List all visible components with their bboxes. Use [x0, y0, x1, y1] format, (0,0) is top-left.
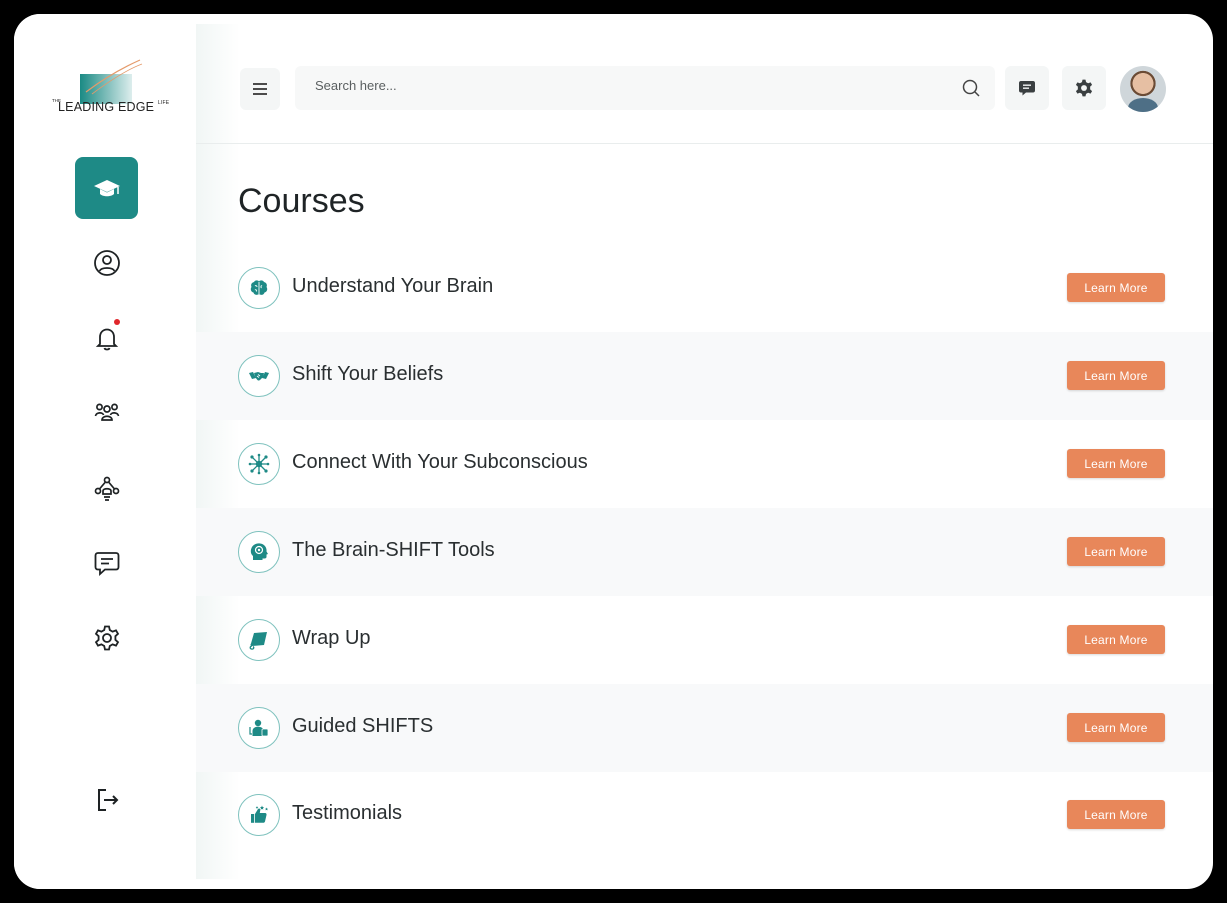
course-icon-badge [238, 355, 280, 397]
sidebar-item-messages[interactable] [75, 532, 138, 594]
scroll-icon [249, 632, 267, 650]
course-title[interactable]: The Brain-SHIFT Tools [292, 539, 495, 562]
learn-more-button[interactable]: Learn More [1067, 713, 1165, 742]
logo-swoosh-icon [85, 59, 143, 95]
course-title[interactable]: Testimonials [292, 802, 402, 825]
sidebar-item-network[interactable] [75, 458, 138, 520]
course-row: Testimonials Learn More [196, 771, 1213, 859]
head-gear-icon [250, 543, 268, 560]
course-icon-badge [238, 619, 280, 661]
course-row: Understand Your Brain Learn More [196, 244, 1213, 332]
notification-badge [114, 319, 120, 325]
course-title[interactable]: Shift Your Beliefs [292, 363, 443, 386]
menu-button[interactable] [240, 68, 280, 110]
learn-more-button[interactable]: Learn More [1067, 273, 1165, 302]
learn-more-button[interactable]: Learn More [1067, 800, 1165, 829]
sidebar-item-settings[interactable] [75, 607, 138, 669]
logout-icon [97, 789, 118, 811]
course-icon-badge [238, 707, 280, 749]
app-screen: THE LEADING EDGE LIFE Search here... Cou… [14, 14, 1213, 889]
hamburger-icon [253, 83, 267, 95]
sidebar-item-notifications[interactable] [75, 307, 138, 369]
graduation-cap-icon [93, 180, 120, 197]
learn-more-button[interactable]: Learn More [1067, 361, 1165, 390]
handshake-icon [249, 372, 269, 381]
thumbs-up-icon [251, 805, 268, 823]
learn-more-button[interactable]: Learn More [1067, 449, 1165, 478]
top-bar [196, 14, 1213, 144]
brand-logo[interactable]: THE LEADING EDGE LIFE [52, 58, 172, 116]
hierarchy-icon [94, 476, 119, 501]
course-title[interactable]: Understand Your Brain [292, 275, 493, 298]
logo-suffix: LIFE [157, 100, 170, 106]
course-icon-badge [238, 531, 280, 573]
guide-icon [249, 719, 269, 737]
course-row: Shift Your Beliefs Learn More [196, 332, 1213, 420]
chat-button[interactable] [1005, 66, 1049, 110]
search-input[interactable] [315, 78, 915, 93]
course-title[interactable]: Guided SHIFTS [292, 715, 433, 738]
avatar[interactable] [1120, 66, 1166, 112]
course-row: Guided SHIFTS Learn More [196, 684, 1213, 772]
device-frame: THE LEADING EDGE LIFE Search here... Cou… [0, 0, 1227, 903]
page-title: Courses [238, 182, 365, 220]
course-row: Connect With Your Subconscious Learn Mor… [196, 420, 1213, 508]
chat-icon [94, 552, 119, 577]
logo-text: LEADING EDGE LIFE [58, 100, 169, 114]
search-icon[interactable] [961, 78, 981, 98]
search-box [295, 66, 995, 110]
settings-button[interactable] [1062, 66, 1106, 110]
course-title[interactable]: Wrap Up [292, 627, 371, 650]
gear-icon [94, 625, 119, 651]
logout-button[interactable] [75, 769, 138, 831]
group-icon [94, 403, 119, 421]
sidebar-item-community[interactable] [75, 382, 138, 444]
sidebar-item-courses[interactable] [75, 157, 138, 219]
course-icon-badge [238, 794, 280, 836]
course-icon-badge [238, 443, 280, 485]
sidebar: THE LEADING EDGE LIFE [14, 14, 196, 889]
gear-icon [1075, 79, 1093, 97]
course-row: The Brain-SHIFT Tools Learn More [196, 508, 1213, 596]
course-icon-badge [238, 267, 280, 309]
brain-icon [250, 280, 268, 295]
sidebar-item-profile[interactable] [75, 232, 138, 294]
bell-icon [95, 328, 118, 351]
course-title[interactable]: Connect With Your Subconscious [292, 451, 588, 474]
learn-more-button[interactable]: Learn More [1067, 625, 1165, 654]
chat-bubble-icon [1019, 81, 1035, 96]
logo-wordmark: LEADING EDGE [58, 100, 155, 114]
network-icon [248, 453, 270, 475]
avatar-shirt [1128, 98, 1158, 112]
course-row: Wrap Up Learn More [196, 596, 1213, 684]
learn-more-button[interactable]: Learn More [1067, 537, 1165, 566]
user-circle-icon [93, 250, 120, 276]
